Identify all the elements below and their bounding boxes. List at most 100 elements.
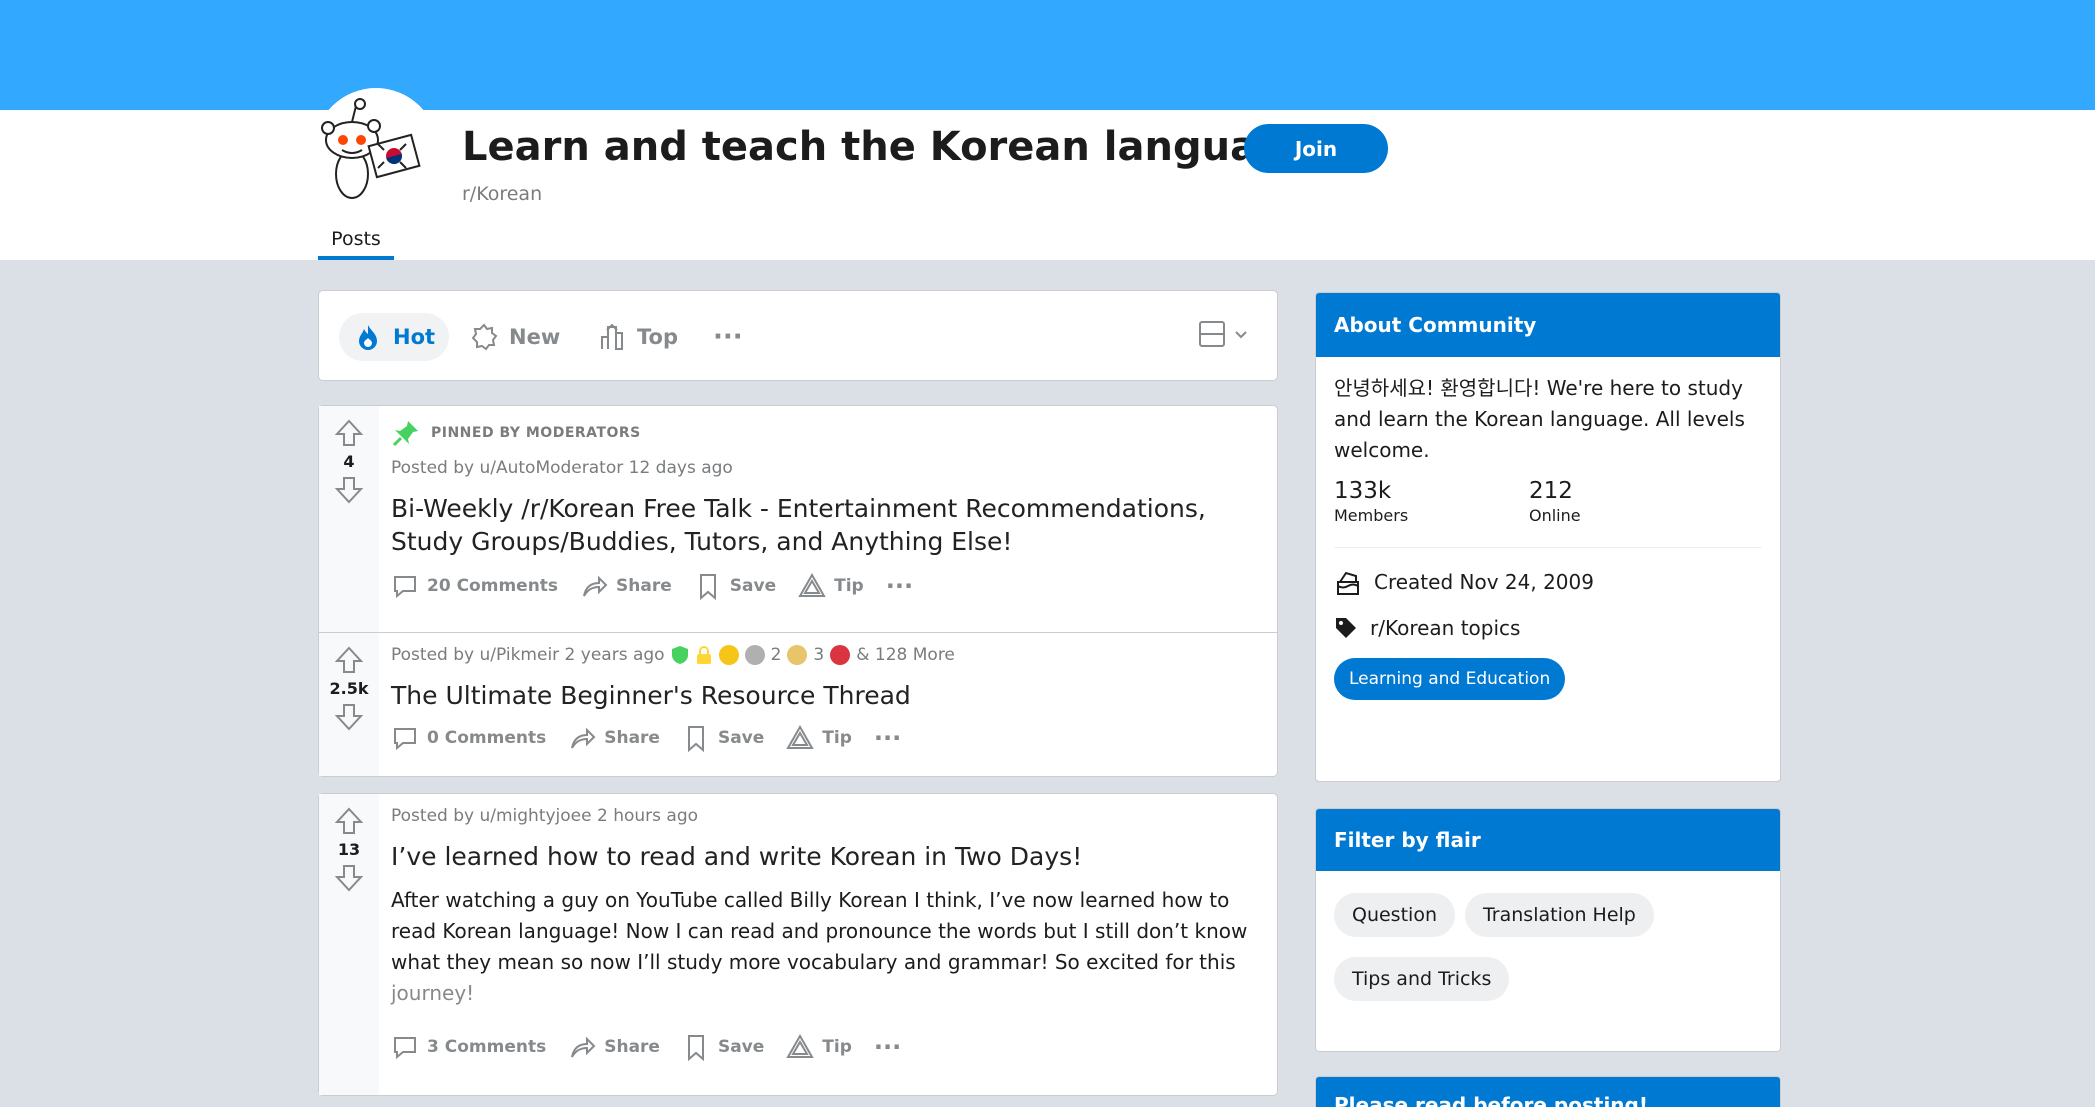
post-card[interactable]: 2.5k Posted by u/Pikmeir 2 years ago 2 3…	[318, 632, 1278, 777]
flair-tips-and-tricks[interactable]: Tips and Tricks	[1334, 957, 1510, 1001]
post-meta: Posted by u/Pikmeir 2 years ago 2 3 & 12…	[391, 645, 1261, 665]
tip-button[interactable]: Tip	[798, 572, 864, 600]
post-meta-text[interactable]: Posted by u/mightyjoee 2 hours ago	[391, 806, 698, 826]
share-label: Share	[616, 576, 672, 596]
members-count: 133k	[1334, 478, 1392, 504]
tag-icon	[1336, 618, 1356, 638]
flair-question[interactable]: Question	[1334, 893, 1455, 937]
sort-new-button[interactable]: New	[469, 313, 560, 361]
topic-pill[interactable]: Learning and Education	[1334, 658, 1566, 700]
share-button[interactable]: Share	[568, 1033, 660, 1061]
award-heart-icon	[830, 645, 851, 665]
comments-button[interactable]: 20 Comments	[391, 572, 558, 600]
post-meta-text[interactable]: Posted by u/Pikmeir 2 years ago	[391, 645, 665, 665]
online-label: Online	[1529, 506, 1581, 525]
about-desc-line: 안녕하세요! 환영합니다! We're here to study	[1334, 376, 1743, 400]
post-more-button[interactable]: ···	[874, 1033, 901, 1061]
save-button[interactable]: Save	[694, 572, 776, 600]
post-title[interactable]: I’ve learned how to read and write Korea…	[391, 840, 1261, 873]
about-description: 안녕하세요! 환영합니다! We're here to study and le…	[1316, 357, 1780, 466]
comment-icon	[394, 728, 416, 751]
comments-button[interactable]: 0 Comments	[391, 724, 546, 752]
save-button[interactable]: Save	[682, 724, 764, 752]
upvote-icon[interactable]	[334, 645, 364, 675]
tip-icon	[786, 724, 815, 749]
post-card[interactable]: 4 PINNED BY MODERATORS Posted by u/AutoM…	[318, 405, 1278, 633]
tip-icon	[786, 1033, 815, 1058]
about-community-widget: About Community 안녕하세요! 환영합니다! We're here…	[1315, 292, 1781, 782]
post-more-button[interactable]: ···	[874, 724, 901, 752]
sparkle-badge-icon	[471, 323, 498, 351]
save-button[interactable]: Save	[682, 1033, 764, 1061]
bookmark-icon	[687, 1035, 704, 1061]
more-icon: ···	[873, 1033, 902, 1061]
vote-column: 4	[319, 406, 379, 632]
comments-label: 0 Comments	[427, 728, 547, 748]
layout-toggle-button[interactable]	[1197, 319, 1249, 349]
tip-button[interactable]: Tip	[786, 724, 852, 752]
tip-label: Tip	[834, 576, 864, 596]
share-label: Share	[604, 728, 660, 748]
post-title[interactable]: Bi-Weekly /r/Korean Free Talk - Entertai…	[391, 492, 1261, 558]
sort-hot-button[interactable]: Hot	[339, 313, 450, 361]
post-meta-text[interactable]: Posted by u/AutoModerator 12 days ago	[391, 458, 733, 478]
flair-header: Filter by flair	[1316, 809, 1780, 871]
about-desc-line: and learn the Korean language. All level…	[1334, 407, 1745, 431]
online-stat: 212 Online	[1529, 478, 1724, 525]
rules-widget: Please read before posting!	[1315, 1076, 1781, 1107]
community-stats: 133k Members 212 Online	[1316, 466, 1780, 525]
share-icon	[571, 1036, 596, 1058]
subreddit-title: Learn and teach the Korean language.	[462, 124, 1329, 170]
upvote-icon[interactable]	[334, 418, 364, 448]
share-label: Share	[604, 1037, 660, 1057]
downvote-icon[interactable]	[334, 475, 364, 505]
tip-label: Tip	[822, 1037, 852, 1057]
topics-text: r/Korean topics	[1370, 616, 1521, 640]
pin-icon	[392, 421, 418, 447]
about-desc-line: welcome.	[1334, 438, 1430, 462]
award-helpful-icon	[744, 645, 765, 665]
save-label: Save	[717, 1037, 765, 1057]
subreddit-avatar[interactable]	[314, 88, 438, 212]
sort-more-button[interactable]: ···	[713, 313, 743, 361]
share-button[interactable]: Share	[568, 724, 660, 752]
card-layout-icon	[1199, 321, 1225, 347]
pinned-label: PINNED BY MODERATORS	[391, 418, 1261, 448]
top-chart-icon	[601, 323, 623, 350]
post-title-line: Study Groups/Buddies, Tutors, and Anythi…	[391, 527, 1013, 556]
flame-icon	[359, 325, 377, 350]
post-actions: 0 Comments Share Save Tip ···	[391, 724, 1261, 752]
sort-hot-label: Hot	[393, 325, 436, 349]
save-label: Save	[729, 576, 777, 596]
join-button[interactable]: Join	[1244, 124, 1388, 173]
cake-icon	[1337, 571, 1359, 595]
flair-translation-help[interactable]: Translation Help	[1464, 893, 1654, 937]
downvote-icon[interactable]	[334, 863, 364, 893]
pinned-text: PINNED BY MODERATORS	[431, 425, 641, 441]
award-clap-icon	[718, 645, 739, 665]
members-label: Members	[1334, 506, 1409, 525]
comments-button[interactable]: 3 Comments	[391, 1033, 546, 1061]
tip-button[interactable]: Tip	[786, 1033, 852, 1061]
topics-row: r/Korean topics	[1316, 596, 1780, 640]
post-meta: Posted by u/mightyjoee 2 hours ago	[391, 806, 1261, 826]
lock-icon	[696, 646, 711, 664]
vote-count: 13	[337, 840, 361, 859]
awards-more[interactable]: & 128 More	[856, 645, 955, 665]
share-button[interactable]: Share	[580, 572, 672, 600]
share-icon	[571, 727, 596, 749]
downvote-icon[interactable]	[334, 702, 364, 732]
post-card[interactable]: 13 Posted by u/mightyjoee 2 hours ago I’…	[318, 793, 1278, 1096]
post-more-button[interactable]: ···	[886, 572, 913, 600]
subreddit-name: r/Korean	[462, 183, 543, 205]
members-stat: 133k Members	[1334, 478, 1529, 525]
flair-list: Question Translation Help Tips and Trick…	[1316, 871, 1780, 1001]
upvote-icon[interactable]	[334, 806, 364, 836]
tab-posts[interactable]: Posts	[318, 228, 394, 260]
award-count: 3	[813, 645, 825, 665]
rules-header: Please read before posting!	[1316, 1077, 1780, 1107]
sort-top-button[interactable]: Top	[597, 313, 678, 361]
created-date: Created Nov 24, 2009	[1316, 548, 1780, 596]
about-header: About Community	[1316, 293, 1780, 357]
post-title[interactable]: The Ultimate Beginner's Resource Thread	[391, 679, 1261, 712]
